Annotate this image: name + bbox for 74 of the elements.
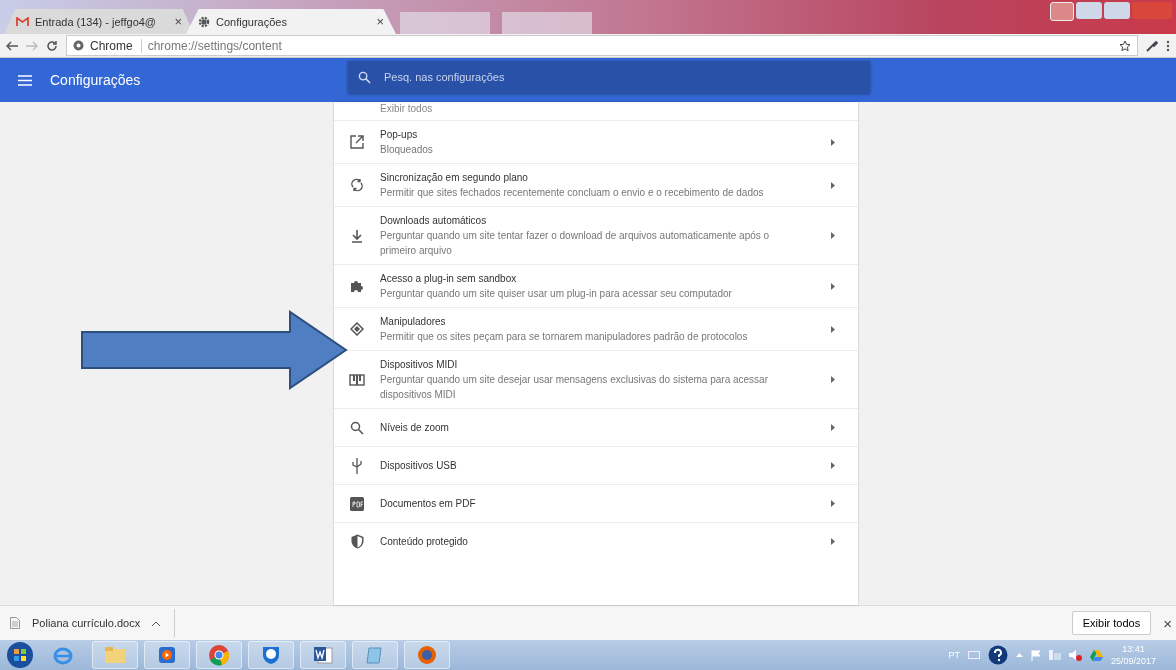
search-field[interactable]: Pesq. nas configurações bbox=[348, 61, 870, 93]
setting-description: Permitir que os sites peçam para se tornarem manipuladores padrão de protocolos bbox=[380, 330, 749, 344]
back-icon[interactable] bbox=[6, 40, 18, 51]
word-taskbar-icon[interactable] bbox=[300, 641, 346, 669]
show-all-link[interactable]: Exibir todos bbox=[334, 102, 858, 120]
caret-icon bbox=[831, 424, 835, 431]
settings-row[interactable]: Sincronização em segundo plano Permitir que sites fechados recentemente concluam o envio e o recebimento de dados bbox=[334, 163, 858, 206]
media-player-taskbar-icon[interactable] bbox=[144, 641, 190, 669]
reload-icon[interactable] bbox=[46, 39, 58, 52]
download-icon bbox=[351, 228, 363, 243]
page-title: Configurações bbox=[50, 72, 142, 88]
settings-row[interactable]: Conteúdo protegido bbox=[334, 522, 858, 560]
caret-icon bbox=[831, 325, 835, 333]
browser-tab[interactable]: Configurações × bbox=[186, 9, 396, 34]
setting-description: Bloqueados bbox=[380, 143, 434, 157]
url-text: chrome://settings/content bbox=[147, 38, 283, 53]
tab-close-button[interactable]: × bbox=[376, 14, 384, 29]
notepad-taskbar-icon[interactable] bbox=[352, 641, 398, 669]
site-label: Chrome bbox=[90, 38, 142, 53]
setting-title: Níveis de zoom bbox=[380, 421, 450, 435]
shield-taskbar-icon[interactable] bbox=[248, 641, 294, 669]
tab-close-button[interactable]: × bbox=[174, 14, 182, 29]
caret-icon bbox=[831, 181, 835, 189]
shield-icon bbox=[350, 534, 364, 549]
eyedropper-icon[interactable] bbox=[1146, 39, 1158, 52]
setting-title: Conteúdo protegido bbox=[380, 535, 469, 549]
caret-icon bbox=[831, 462, 835, 469]
setting-title: Acesso a plug-in sem sandbox bbox=[380, 272, 518, 286]
caret-icon bbox=[831, 376, 835, 383]
setting-title: Pop-ups bbox=[380, 128, 419, 142]
help-icon[interactable] bbox=[987, 645, 1008, 665]
chrome-taskbar-icon[interactable] bbox=[196, 641, 242, 669]
caret-icon bbox=[831, 232, 835, 239]
star-icon[interactable] bbox=[1119, 39, 1131, 52]
caret-icon bbox=[831, 282, 835, 290]
setting-title: Sincronização em segundo plano bbox=[380, 171, 529, 185]
setting-title: Dispositivos USB bbox=[380, 459, 458, 473]
usb-icon bbox=[352, 457, 362, 474]
close-shelf-button[interactable]: × bbox=[1159, 614, 1176, 632]
setting-title: Documentos em PDF bbox=[380, 497, 477, 511]
document-icon bbox=[10, 617, 20, 629]
more-menu-icon[interactable] bbox=[1166, 39, 1170, 52]
setting-description: Perguntar quando um site quiser usar um plug-in para acessar seu computador bbox=[380, 287, 733, 301]
muted-speaker-icon[interactable] bbox=[1068, 649, 1082, 661]
piano-keys-icon bbox=[349, 373, 365, 386]
setting-title: Dispositivos MIDI bbox=[380, 358, 459, 372]
setting-description: Perguntar quando um site desejar usar mensagens exclusivas do sistema para acessar dispositivos MIDI bbox=[380, 373, 769, 402]
settings-row[interactable]: Acesso a plug-in sem sandbox Perguntar quando um site quiser usar um plug-in para acessar seu computador bbox=[334, 264, 858, 307]
show-all-button[interactable]: Exibir todos bbox=[1071, 611, 1152, 635]
address-bar[interactable]: Chrome chrome://settings/content bbox=[66, 35, 1138, 56]
settings-row[interactable]: Pop-ups Bloqueados bbox=[334, 120, 858, 163]
gear-icon bbox=[198, 15, 210, 28]
setting-description: Perguntar quando um site tentar fazer o download de arquivos automaticamente após o primeiro arquivo bbox=[380, 229, 771, 258]
sync-icon bbox=[350, 178, 364, 192]
settings-row[interactable]: Downloads automáticos Perguntar quando um site tentar fazer o download de arquivos automaticamente após o primeiro arquivo bbox=[334, 206, 858, 264]
setting-title: Manipuladores bbox=[380, 315, 447, 329]
settings-row[interactable]: Dispositivos USB bbox=[334, 446, 858, 484]
download-filename[interactable]: Poliana currículo.docx bbox=[32, 617, 141, 629]
caret-up-icon[interactable] bbox=[152, 620, 161, 626]
settings-row[interactable]: Níveis de zoom bbox=[334, 408, 858, 446]
search-icon bbox=[350, 420, 364, 435]
settings-row[interactable]: Documentos em PDF bbox=[334, 484, 858, 522]
caret-icon bbox=[831, 538, 835, 545]
caret-icon bbox=[831, 500, 835, 507]
external-link-icon bbox=[350, 135, 364, 149]
diamond-icon bbox=[350, 322, 364, 336]
caret-icon bbox=[831, 138, 835, 146]
start-button-icon[interactable] bbox=[6, 641, 34, 669]
puzzle-piece-icon bbox=[350, 279, 364, 293]
setting-title: Downloads automáticos bbox=[380, 214, 488, 228]
setting-description: Permitir que sites fechados recentemente concluam o envio e o recebimento de dados bbox=[380, 186, 765, 200]
search-icon bbox=[358, 71, 371, 84]
pdf-file-icon bbox=[350, 496, 364, 511]
envelope-icon bbox=[16, 16, 29, 27]
